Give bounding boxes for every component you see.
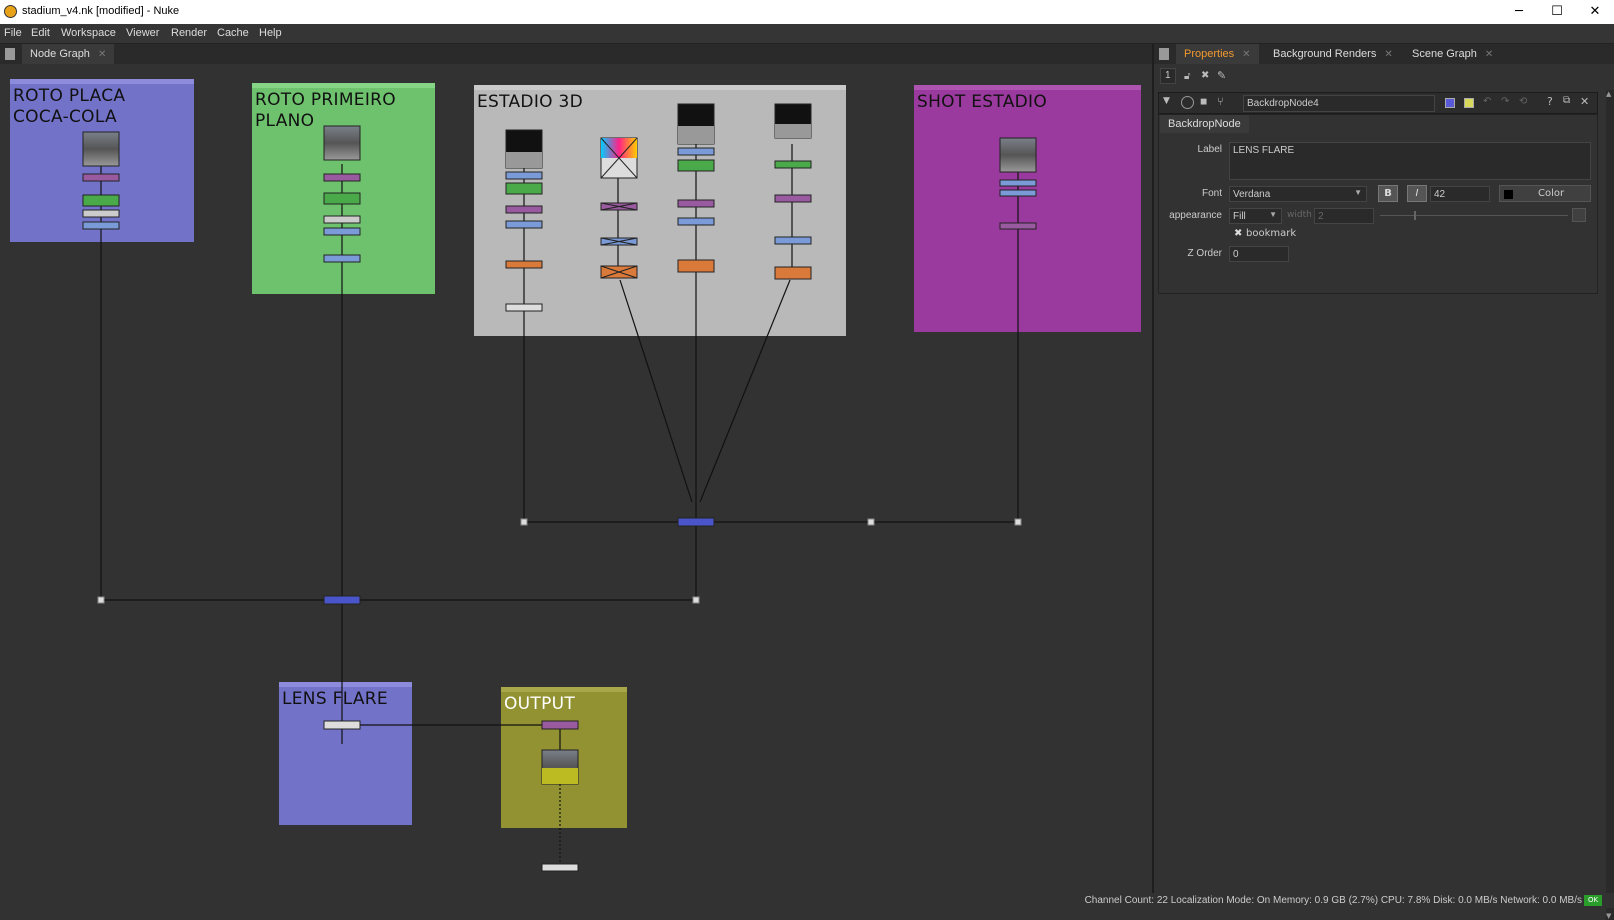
bookmark-label: bookmark bbox=[1246, 228, 1297, 239]
properties-tab-bar: Properties ✕ Background Renders ✕ Scene Gr… bbox=[1154, 44, 1614, 64]
center-node-icon[interactable]: ◼ bbox=[1200, 97, 1207, 107]
italic-toggle[interactable]: I bbox=[1407, 185, 1427, 202]
font-caption: Font bbox=[1201, 188, 1222, 199]
clear-panels-icon[interactable]: ✖ bbox=[1201, 70, 1209, 81]
tab-properties-label: Properties bbox=[1184, 48, 1235, 60]
tab-background-renders[interactable]: Background Renders ✕ bbox=[1265, 44, 1401, 64]
tab-node-graph-label: Node Graph bbox=[30, 48, 90, 60]
gl-color-swatch[interactable] bbox=[1464, 98, 1474, 108]
title-bar: stadium_v4.nk [modified] - Nuke ─ ☐ ✕ bbox=[0, 0, 1614, 24]
color-swatch bbox=[1504, 190, 1513, 199]
tab-properties[interactable]: Properties ✕ bbox=[1176, 44, 1259, 64]
font-select[interactable]: Verdana ▼ bbox=[1229, 186, 1367, 202]
menu-file[interactable]: File bbox=[4, 27, 22, 39]
pane-grip-icon[interactable] bbox=[5, 48, 15, 60]
status-bar: Channel Count: 22 Localization Mode: On … bbox=[0, 893, 1614, 908]
appearance-select[interactable]: Fill ▼ bbox=[1229, 208, 1282, 224]
menu-edit[interactable]: Edit bbox=[31, 27, 50, 39]
close-tab-icon[interactable]: ✕ bbox=[1242, 49, 1250, 60]
node-header: ▼ ◼ ⑂ BackdropNode4 ↶ ↷ ⟲ ? ⧉ ✕ bbox=[1158, 92, 1598, 114]
close-tab-icon[interactable]: ✕ bbox=[98, 49, 106, 60]
font-select-value: Verdana bbox=[1233, 189, 1271, 200]
close-tab-icon[interactable]: ✕ bbox=[1384, 49, 1392, 60]
properties-scrollbar[interactable]: ▲ ▼ bbox=[1606, 90, 1614, 920]
appearance-caption: appearance bbox=[1169, 210, 1222, 221]
tab-backdropnode[interactable]: BackdropNode bbox=[1160, 115, 1249, 133]
status-text: Channel Count: 22 Localization Mode: On … bbox=[1084, 895, 1582, 906]
close-panel-icon[interactable]: ✕ bbox=[1580, 95, 1589, 108]
scroll-up-icon[interactable]: ▲ bbox=[1606, 90, 1611, 98]
nuke-app-icon bbox=[4, 5, 17, 18]
font-size-input[interactable]: 42 bbox=[1430, 186, 1490, 202]
float-panel-icon[interactable]: ⧉ bbox=[1563, 95, 1570, 106]
status-ok-badge: OK bbox=[1584, 895, 1602, 906]
revert-icon[interactable]: ⟲ bbox=[1519, 96, 1527, 107]
menu-bar: File Edit Workspace Viewer Render Cache … bbox=[0, 24, 1614, 44]
width-caption: width bbox=[1287, 210, 1312, 220]
menu-render[interactable]: Render bbox=[171, 27, 207, 39]
menu-viewer[interactable]: Viewer bbox=[126, 27, 159, 39]
animation-menu-button[interactable] bbox=[1572, 208, 1586, 222]
minimize-button[interactable]: ─ bbox=[1500, 0, 1538, 24]
zorder-input[interactable]: 0 bbox=[1229, 246, 1289, 262]
input-icon[interactable]: ⑂ bbox=[1217, 95, 1224, 108]
tab-scene-graph-label: Scene Graph bbox=[1412, 48, 1477, 60]
lock-icon[interactable]: 🔓︎ bbox=[1184, 71, 1190, 82]
redo-icon[interactable]: ↷ bbox=[1501, 96, 1509, 107]
pane-grip-icon[interactable] bbox=[1159, 48, 1169, 60]
undo-icon[interactable]: ↶ bbox=[1483, 96, 1491, 107]
knobs-area bbox=[1158, 114, 1598, 294]
scroll-down-icon[interactable]: ▼ bbox=[1606, 912, 1611, 920]
node-name-input[interactable]: BackdropNode4 bbox=[1243, 95, 1435, 112]
max-panels-field[interactable]: 1 bbox=[1160, 68, 1176, 84]
color-button-label: Color bbox=[1538, 188, 1565, 199]
node-graph[interactable]: ROTO PLACA COCA-COLA ROTO PRIMEIRO PLANO… bbox=[0, 64, 1152, 908]
chevron-down-icon: ▼ bbox=[1269, 210, 1277, 219]
bold-toggle[interactable]: B bbox=[1378, 185, 1398, 202]
tab-node-graph[interactable]: Node Graph ✕ bbox=[22, 44, 115, 64]
menu-cache[interactable]: Cache bbox=[217, 27, 249, 39]
zorder-caption: Z Order bbox=[1187, 248, 1222, 259]
appearance-select-value: Fill bbox=[1233, 211, 1246, 222]
label-caption: Label bbox=[1197, 144, 1222, 155]
menu-workspace[interactable]: Workspace bbox=[61, 27, 116, 39]
color-button[interactable]: Color bbox=[1499, 185, 1591, 202]
properties-panel: Properties ✕ Background Renders ✕ Scene Gr… bbox=[1152, 44, 1614, 920]
slider-handle[interactable] bbox=[1414, 211, 1416, 220]
close-tab-icon[interactable]: ✕ bbox=[1485, 49, 1493, 60]
pencil-icon[interactable]: ✎ bbox=[1217, 69, 1226, 82]
node-wires bbox=[82, 103, 1037, 872]
bookmark-checkbox[interactable]: ✖ bbox=[1234, 228, 1242, 239]
collapse-icon[interactable]: ▼ bbox=[1163, 96, 1170, 106]
close-button[interactable]: ✕ bbox=[1576, 0, 1614, 24]
tab-background-renders-label: Background Renders bbox=[1273, 48, 1377, 60]
width-input[interactable]: 2 bbox=[1314, 208, 1374, 224]
chevron-down-icon: ▼ bbox=[1354, 188, 1362, 197]
viewer-icon[interactable] bbox=[1181, 96, 1194, 109]
width-slider[interactable] bbox=[1380, 215, 1568, 216]
menu-help[interactable]: Help bbox=[259, 27, 282, 39]
label-textarea[interactable]: LENS FLARE bbox=[1229, 142, 1591, 180]
graph-tab-bar: Node Graph ✕ bbox=[0, 44, 1152, 64]
maximize-button[interactable]: ☐ bbox=[1538, 0, 1576, 24]
window-title: stadium_v4.nk [modified] - Nuke bbox=[22, 5, 180, 17]
tab-scene-graph[interactable]: Scene Graph ✕ bbox=[1404, 44, 1501, 64]
tile-color-swatch[interactable] bbox=[1445, 98, 1455, 108]
help-button[interactable]: ? bbox=[1547, 95, 1553, 108]
